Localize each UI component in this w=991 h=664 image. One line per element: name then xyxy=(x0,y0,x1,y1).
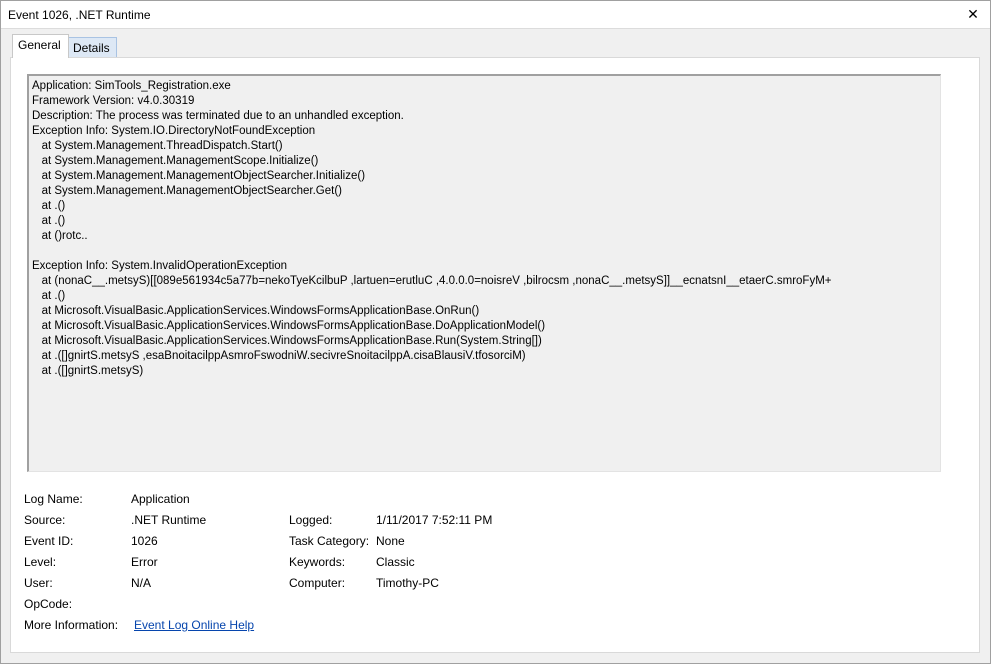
description-line: at ()rotc.. xyxy=(32,230,88,242)
keywords-value: Classic xyxy=(376,555,415,569)
description-line: at .([]gnirtS.metsyS) xyxy=(32,365,144,377)
description-line: Exception Info: System.InvalidOperationE… xyxy=(32,260,288,272)
description-line: Description: The process was terminated … xyxy=(32,110,404,122)
description-line: at Microsoft.VisualBasic.ApplicationServ… xyxy=(32,305,480,317)
description-line: at .() xyxy=(32,200,66,212)
title-bar: Event 1026, .NET Runtime ✕ xyxy=(1,1,990,29)
close-icon[interactable]: ✕ xyxy=(964,5,982,23)
level-value: Error xyxy=(131,555,158,569)
description-line: Framework Version: v4.0.30319 xyxy=(32,95,195,107)
keywords-label: Keywords: xyxy=(289,555,346,569)
description-line: Application: SimTools_Registration.exe xyxy=(32,80,231,92)
general-panel: Application: SimTools_Registration.exe Fr… xyxy=(10,57,980,653)
task-category-value: None xyxy=(376,534,405,548)
tab-general[interactable]: General xyxy=(12,34,69,58)
tab-details[interactable]: Details xyxy=(67,37,117,57)
description-line: at .() xyxy=(32,215,66,227)
log-name-value: Application xyxy=(131,492,190,506)
description-line: at System.Management.ThreadDispatch.Star… xyxy=(32,140,283,152)
description-line: at System.Management.ManagementObjectSea… xyxy=(32,170,366,182)
task-category-label: Task Category: xyxy=(289,534,370,548)
user-value: N/A xyxy=(131,576,152,590)
source-value: .NET Runtime xyxy=(131,513,207,527)
description-line: at Microsoft.VisualBasic.ApplicationServ… xyxy=(32,335,542,347)
event-properties-window: Event 1026, .NET Runtime ✕ General Detai… xyxy=(0,0,991,664)
event-id-value: 1026 xyxy=(131,534,158,548)
window-title: Event 1026, .NET Runtime xyxy=(8,8,151,22)
description-line: at .() xyxy=(32,290,66,302)
event-id-label: Event ID: xyxy=(24,534,74,548)
level-label: Level: xyxy=(24,555,57,569)
description-line: at .([]gnirtS.metsyS ,esaBnoitacilppAsmr… xyxy=(32,350,526,362)
description-line xyxy=(32,244,940,259)
more-information-label: More Information: xyxy=(24,618,119,632)
description-line: at System.Management.ManagementScope.Ini… xyxy=(32,155,319,167)
logged-value: 1/11/2017 7:52:11 PM xyxy=(376,513,493,527)
event-description-text[interactable]: Application: SimTools_Registration.exe Fr… xyxy=(27,74,941,472)
log-name-label: Log Name: xyxy=(24,492,83,506)
description-line: at Microsoft.VisualBasic.ApplicationServ… xyxy=(32,320,546,332)
logged-label: Logged: xyxy=(289,513,333,527)
user-label: User: xyxy=(24,576,53,590)
description-line: Exception Info: System.IO.DirectoryNotFo… xyxy=(32,125,316,137)
description-line: at System.Management.ManagementObjectSea… xyxy=(32,185,343,197)
computer-value: Timothy-PC xyxy=(376,576,439,590)
description-line: at (nonaC__.metsyS)[[089e561934c5a77b=ne… xyxy=(32,275,832,287)
source-label: Source: xyxy=(24,513,66,527)
event-log-online-help-link[interactable]: Event Log Online Help xyxy=(134,618,254,632)
opcode-label: OpCode: xyxy=(24,597,73,611)
computer-label: Computer: xyxy=(289,576,346,590)
